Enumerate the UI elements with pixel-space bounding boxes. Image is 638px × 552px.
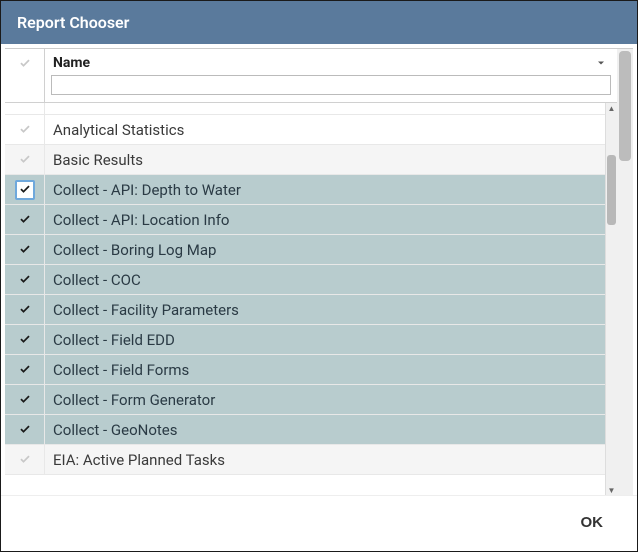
row-checkbox-cell[interactable] <box>5 415 45 444</box>
dialog-title: Report Chooser <box>1 1 637 44</box>
row-name-cell: Collect - COC <box>45 271 605 289</box>
outer-scrollbar[interactable] <box>617 49 633 495</box>
report-chooser-dialog: Report Chooser Name <box>0 0 638 552</box>
ok-button[interactable]: OK <box>571 508 614 537</box>
row-checkbox-cell[interactable] <box>5 445 45 474</box>
check-icon <box>16 121 34 139</box>
check-icon <box>16 55 34 73</box>
scroll-down-icon: ▼ <box>606 485 617 495</box>
row-checkbox-cell[interactable] <box>5 205 45 234</box>
row-checkbox-cell[interactable] <box>5 325 45 354</box>
rows-container: Analytical Statistics Basic Results Collec… <box>5 103 605 495</box>
row-name-cell: Collect - Form Generator <box>45 391 605 409</box>
row-checkbox-cell[interactable] <box>5 235 45 264</box>
row-checkbox-cell[interactable] <box>5 385 45 414</box>
table-row[interactable]: Basic Results <box>5 145 605 175</box>
grid: Name Analytical Statistics Basic Results C… <box>5 49 617 495</box>
row-checkbox-cell[interactable] <box>5 115 45 144</box>
check-icon <box>16 421 34 439</box>
check-icon <box>16 391 34 409</box>
row-checkbox-cell[interactable] <box>5 103 45 114</box>
table-row[interactable]: Collect - Field Forms <box>5 355 605 385</box>
check-icon <box>16 451 34 469</box>
column-label: Name <box>53 55 90 71</box>
column-header-name[interactable]: Name <box>51 53 611 75</box>
rows-viewport: Analytical Statistics Basic Results Collec… <box>5 103 617 495</box>
row-name-cell: Collect - Field Forms <box>45 361 605 379</box>
row-name-cell: Collect - GeoNotes <box>45 421 605 439</box>
row-checkbox-cell[interactable] <box>5 265 45 294</box>
name-filter-input[interactable] <box>51 75 611 95</box>
scrollbar-thumb[interactable] <box>607 155 616 225</box>
dialog-content: Name Analytical Statistics Basic Results C… <box>1 44 637 495</box>
table-row[interactable]: Collect - Form Generator <box>5 385 605 415</box>
row-name-cell: Collect - API: Location Info <box>45 211 605 229</box>
check-icon <box>16 241 34 259</box>
table-row[interactable]: Collect - API: Depth to Water <box>5 175 605 205</box>
check-icon <box>16 361 34 379</box>
grid-wrap: Name Analytical Statistics Basic Results C… <box>5 48 633 495</box>
table-row[interactable]: Collect - API: Location Info <box>5 205 605 235</box>
inner-scrollbar[interactable]: ▲ ▼ <box>605 103 617 495</box>
table-row[interactable]: Collect - COC <box>5 265 605 295</box>
row-name-cell: Collect - Boring Log Map <box>45 241 605 259</box>
table-row[interactable]: Collect - Field EDD <box>5 325 605 355</box>
check-icon <box>16 151 34 169</box>
check-icon <box>16 211 34 229</box>
grid-header-row: Name <box>5 49 617 103</box>
table-row[interactable]: Collect - GeoNotes <box>5 415 605 445</box>
check-icon <box>16 271 34 289</box>
check-icon <box>16 301 34 319</box>
table-row[interactable] <box>5 103 605 115</box>
scroll-up-icon: ▲ <box>606 103 617 113</box>
header-name-cell: Name <box>45 49 617 102</box>
header-checkbox-cell[interactable] <box>5 49 45 102</box>
scrollbar-thumb[interactable] <box>619 51 631 161</box>
table-row[interactable]: Collect - Boring Log Map <box>5 235 605 265</box>
row-checkbox-cell[interactable] <box>5 175 45 204</box>
dialog-footer: OK <box>1 495 637 551</box>
check-icon <box>16 331 34 349</box>
chevron-down-icon <box>595 57 607 69</box>
check-icon <box>15 180 35 200</box>
table-row[interactable]: Analytical Statistics <box>5 115 605 145</box>
row-checkbox-cell[interactable] <box>5 145 45 174</box>
row-name-cell: Collect - Field EDD <box>45 331 605 349</box>
row-name-cell: Basic Results <box>45 151 605 169</box>
table-row[interactable]: EIA: Active Planned Tasks <box>5 445 605 475</box>
row-checkbox-cell[interactable] <box>5 355 45 384</box>
table-row[interactable]: Collect - Facility Parameters <box>5 295 605 325</box>
row-name-cell: EIA: Active Planned Tasks <box>45 451 605 469</box>
row-name-cell: Analytical Statistics <box>45 121 605 139</box>
row-name-cell: Collect - API: Depth to Water <box>45 181 605 199</box>
row-name-cell: Collect - Facility Parameters <box>45 301 605 319</box>
row-checkbox-cell[interactable] <box>5 295 45 324</box>
